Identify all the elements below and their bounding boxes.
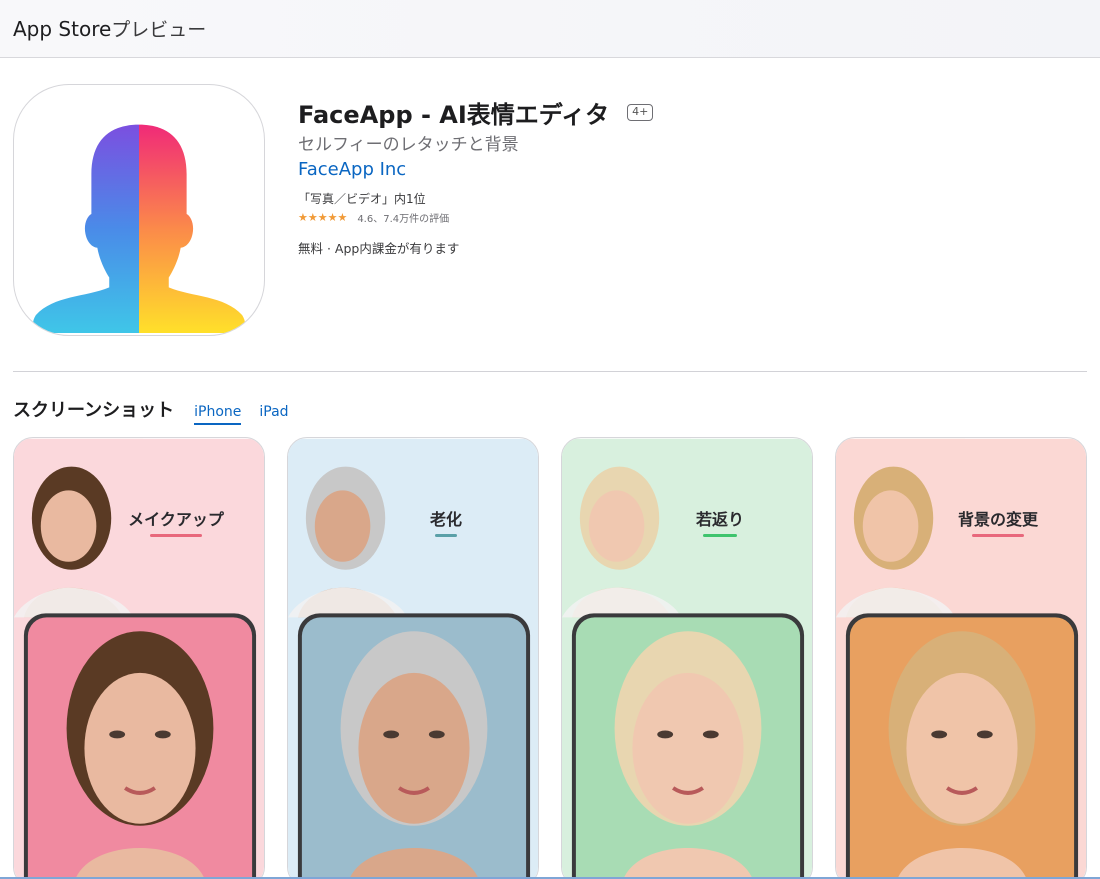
- rating-text: 4.6、7.4万件の評価: [357, 213, 450, 225]
- rating-stars-icon: ★★★★★: [298, 210, 348, 224]
- category-rank: 「写真／ビデオ」内1位: [298, 192, 426, 206]
- app-store-brand[interactable]: App Storeプレビュー: [13, 15, 206, 42]
- app-info: FaceApp - AI表情エディタ 4+ セルフィーのレタッチと背景 Face…: [298, 96, 1058, 257]
- screenshots-title: スクリーンショット: [13, 400, 175, 421]
- top-bar: App Storeプレビュー: [0, 0, 1100, 58]
- screenshot-card[interactable]: 老化: [287, 437, 539, 879]
- screenshot-image: [288, 438, 538, 879]
- title-row: FaceApp - AI表情エディタ 4+: [298, 96, 1058, 129]
- caption-underline: [435, 534, 457, 537]
- tab-ipad[interactable]: iPad: [259, 404, 288, 423]
- section-divider: [13, 371, 1087, 372]
- developer-link[interactable]: FaceApp Inc: [298, 159, 406, 180]
- screenshot-card[interactable]: メイクアップ: [13, 437, 265, 879]
- app-subtitle: セルフィーのレタッチと背景: [298, 135, 519, 155]
- caption-underline: [972, 534, 1024, 537]
- tab-iphone[interactable]: iPhone: [194, 404, 242, 425]
- screenshot-image: [562, 438, 812, 879]
- caption-underline: [150, 534, 202, 537]
- screenshot-caption: メイクアップ: [128, 510, 224, 529]
- screenshot-image: [836, 438, 1086, 879]
- screenshot-caption: 老化: [429, 510, 462, 529]
- app-title: FaceApp - AI表情エディタ: [298, 100, 610, 129]
- price-info: 無料 · App内課金が有ります: [298, 241, 460, 256]
- age-rating-badge: 4+: [627, 103, 654, 121]
- screenshot-card[interactable]: 背景の変更: [835, 437, 1087, 879]
- screenshot-image: [14, 438, 264, 879]
- screenshot-caption: 若返り: [695, 510, 744, 529]
- screenshot-caption: 背景の変更: [957, 510, 1038, 529]
- faceapp-logo-icon: [13, 84, 265, 336]
- rating-row: ★★★★★ 4.6、7.4万件の評価: [298, 210, 1058, 225]
- caption-underline: [703, 534, 737, 537]
- brand-sub-label: プレビュー: [111, 19, 207, 41]
- brand-label: App Store: [13, 17, 112, 41]
- screenshots-header: スクリーンショット iPhone iPad: [13, 396, 289, 426]
- screenshot-card[interactable]: 若返り: [561, 437, 813, 879]
